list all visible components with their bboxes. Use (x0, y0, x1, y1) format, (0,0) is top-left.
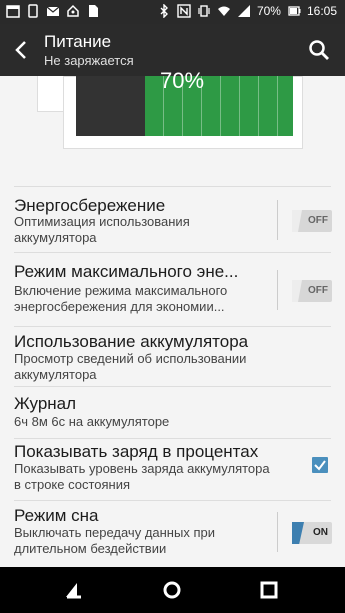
recents-button-icon[interactable] (258, 579, 280, 601)
power-saving-toggle[interactable]: OFF (292, 210, 332, 232)
setting-title: Энергосбережение (14, 196, 166, 215)
page-subtitle: Не заряжается (44, 53, 134, 68)
vibrate-icon (198, 5, 210, 17)
setting-subtitle: 6ч 8м 6с на аккумуляторе (14, 414, 170, 429)
nfc-icon (177, 4, 191, 18)
setting-title: Использование аккумулятора (14, 332, 249, 351)
search-icon[interactable] (307, 38, 331, 62)
toggle-state: OFF (308, 215, 328, 226)
battery-percent-text: 70% (256, 4, 281, 18)
setting-title: Журнал (14, 394, 77, 413)
setting-history[interactable]: Журнал 6ч 8м 6с на аккумуляторе (0, 386, 345, 438)
sleep-mode-toggle[interactable]: ON (292, 522, 332, 544)
status-bar: 70% 16:05 (0, 0, 345, 24)
battery-percent-label: 70% (160, 68, 205, 93)
wifi-icon (217, 6, 230, 16)
setting-subtitle: Просмотр сведений об использовании аккум… (14, 351, 247, 382)
setting-extreme-power-saving[interactable]: Режим максимального эне... Включение реж… (0, 252, 345, 326)
calendar-icon (6, 5, 20, 18)
setting-show-battery-percent[interactable]: Показывать заряд в процентах Показывать … (0, 438, 345, 500)
extreme-power-saving-toggle[interactable]: OFF (292, 280, 332, 302)
status-bar-system: 70% 16:05 (157, 4, 337, 18)
mail-icon (46, 6, 60, 16)
setting-sleep-mode[interactable]: Режим сна Выключать передачу данных при … (0, 500, 345, 564)
signal-icon (237, 5, 250, 17)
checkmark-icon (314, 460, 326, 471)
toggle-state: OFF (308, 285, 328, 296)
setting-title: Показывать заряд в процентах (14, 442, 259, 461)
show-battery-percent-checkbox[interactable] (312, 457, 328, 473)
battery-icon (288, 6, 301, 16)
navigation-bar (0, 567, 345, 613)
setting-subtitle: Оптимизация использования аккумулятора (14, 214, 190, 245)
back-button-icon[interactable] (63, 579, 85, 601)
toggle-state: ON (313, 527, 328, 538)
status-bar-notifications (6, 4, 100, 18)
clock: 16:05 (306, 4, 337, 18)
setting-subtitle: Включение режима максимального энергосбе… (14, 283, 228, 314)
setting-subtitle: Показывать уровень заряда аккумулятора в… (14, 461, 270, 492)
home-icon (67, 4, 79, 17)
setting-title: Режим максимального эне... (14, 262, 239, 281)
back-arrow-icon[interactable] (10, 38, 34, 62)
page-title: Питание (44, 32, 112, 51)
doc-icon (89, 5, 98, 17)
setting-power-saving[interactable]: Энергосбережение Оптимизация использован… (0, 186, 345, 252)
setting-subtitle: Выключать передачу данных при длительном… (14, 525, 215, 556)
bluetooth-icon (160, 4, 168, 18)
phone-icon (28, 4, 38, 18)
battery-graphic: 70% (0, 68, 345, 186)
home-button-icon[interactable] (161, 579, 183, 601)
setting-title: Режим сна (14, 506, 99, 525)
setting-battery-usage[interactable]: Использование аккумулятора Просмотр свед… (0, 326, 345, 386)
